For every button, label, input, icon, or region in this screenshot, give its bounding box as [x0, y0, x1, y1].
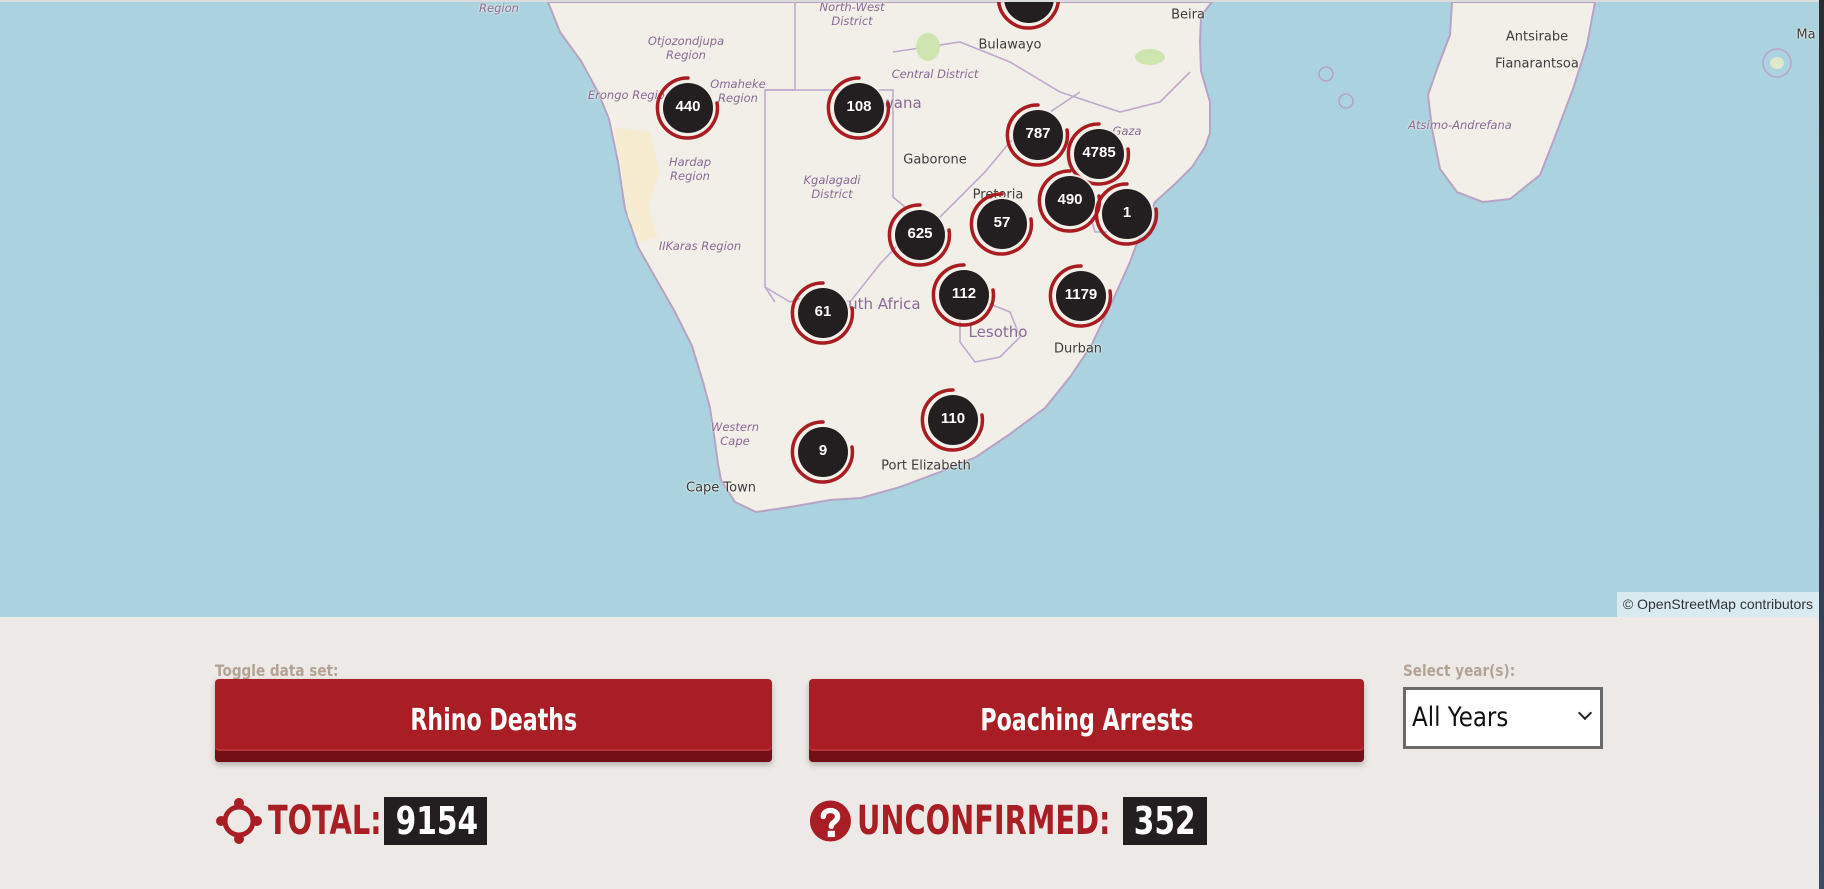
cluster-marker[interactable]: 57 — [969, 191, 1035, 257]
cluster-count: 112 — [951, 285, 977, 302]
map-label-city: Bulawayo — [978, 37, 1042, 53]
map-label-city: Fianarantsoa — [1495, 56, 1579, 72]
cluster-marker[interactable]: 625 — [887, 202, 953, 268]
map-label-region: IIKaras Region — [658, 239, 742, 254]
cluster-count: 57 — [993, 214, 1011, 231]
year-select-value: All Years — [1412, 702, 1509, 733]
map-label-region: Central District — [891, 67, 979, 82]
cluster-marker[interactable]: 440 — [655, 75, 721, 141]
toggle-dataset-label: Toggle data set: — [215, 661, 339, 680]
cluster-count: 110 — [940, 410, 966, 427]
map-label-city: Durban — [1053, 341, 1103, 357]
cluster-marker[interactable] — [996, 2, 1062, 31]
total-label: TOTAL: — [268, 798, 382, 844]
map-label-region: Atsimo-Andrefana — [1408, 118, 1512, 133]
park-area — [1135, 49, 1165, 65]
island — [1770, 57, 1784, 69]
poaching-arrests-button[interactable]: Poaching Arrests — [809, 679, 1364, 762]
cluster-marker[interactable]: 1179 — [1048, 263, 1114, 329]
map-view[interactable]: Region Otjozondjupa Region Erongo Region Oma… — [0, 0, 1819, 617]
cluster-count: 1 — [1122, 204, 1132, 221]
park-area — [916, 33, 940, 61]
cluster-count: 61 — [814, 303, 832, 320]
crosshair-icon — [216, 798, 262, 844]
map-label-city: Beira — [1171, 7, 1205, 23]
cluster-count: 1179 — [1064, 286, 1098, 303]
select-years-label: Select year(s): — [1403, 661, 1516, 680]
island-ring — [1318, 66, 1334, 82]
map-label-region: Otjozondjupa Region — [647, 34, 725, 62]
total-stat: TOTAL: 9154 — [215, 797, 495, 845]
total-value: 9154 — [384, 797, 487, 845]
rhino-deaths-button[interactable]: Rhino Deaths — [215, 679, 772, 762]
cluster-marker[interactable]: 1 — [1094, 181, 1160, 247]
map-label-region: Hardap Region — [668, 155, 712, 183]
unconfirmed-label: UNCONFIRMED: — [856, 798, 1111, 844]
cluster-marker[interactable]: 9 — [790, 419, 856, 485]
poaching-arrests-label: Poaching Arrests — [979, 702, 1194, 738]
map-label-region: North-West District — [819, 0, 885, 28]
map-label-city: Port Elizabeth — [881, 458, 971, 474]
year-select[interactable]: All Years — [1403, 687, 1603, 749]
unconfirmed-value: 352 — [1123, 797, 1207, 845]
rhino-deaths-label: Rhino Deaths — [410, 702, 577, 738]
cluster-count: 108 — [846, 98, 872, 115]
cluster-marker[interactable]: 61 — [790, 280, 856, 346]
cluster-marker[interactable]: 108 — [826, 75, 892, 141]
map-label-city: Ma — [1796, 27, 1816, 43]
chevron-down-icon — [1577, 705, 1593, 721]
island-ring — [1338, 93, 1354, 109]
cluster-marker[interactable]: 110 — [920, 387, 986, 453]
map-label-region: Kgalagadi District — [803, 173, 861, 201]
unconfirmed-stat: UNCONFIRMED: 352 — [809, 797, 1209, 845]
cluster-count: 625 — [907, 225, 933, 242]
cluster-count: 9 — [818, 442, 828, 459]
cluster-count: 787 — [1025, 125, 1051, 142]
map-label-region: Region — [479, 1, 519, 16]
question-icon — [809, 800, 851, 842]
cluster-marker[interactable]: 787 — [1005, 102, 1071, 168]
cluster-count — [996, 2, 1062, 31]
map-label-city: Gaborone — [903, 152, 967, 168]
map-label-city: Antsirabe — [1505, 29, 1569, 45]
map-label-city: Cape Town — [686, 480, 756, 496]
cluster-marker[interactable]: 112 — [931, 262, 997, 328]
map-attribution[interactable]: © OpenStreetMap contributors — [1616, 592, 1819, 617]
cluster-count: 440 — [675, 98, 701, 115]
map-label-region: Western Cape — [710, 420, 760, 448]
window-edge — [1819, 0, 1824, 889]
